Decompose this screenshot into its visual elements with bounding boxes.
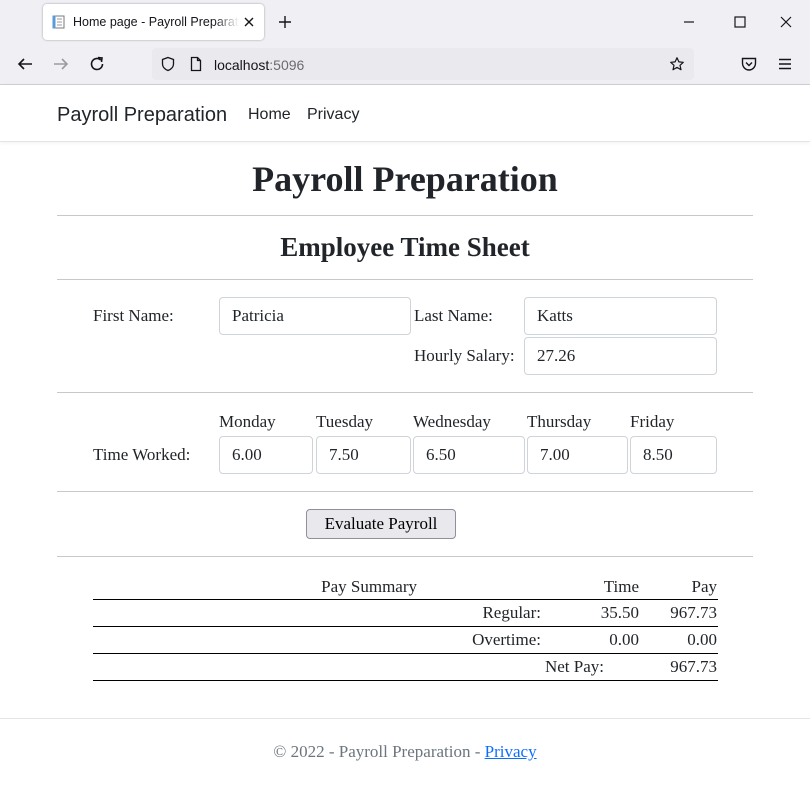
footer-text: © 2022 - Payroll Preparation - Privacy [0, 742, 810, 762]
first-name-input[interactable] [219, 297, 411, 335]
overtime-pay: 0.00 [687, 630, 717, 649]
menu-icon[interactable] [776, 55, 794, 73]
footer-privacy-link[interactable]: Privacy [485, 742, 537, 761]
first-name-label: First Name: [93, 306, 174, 325]
page-info-icon[interactable] [188, 56, 204, 72]
day-label-monday: Monday [219, 412, 276, 431]
page-subtitle: Employee Time Sheet [280, 232, 530, 262]
site-navbar: Payroll Preparation Home Privacy [0, 85, 810, 142]
close-icon[interactable] [242, 15, 256, 29]
regular-time: 35.50 [600, 603, 639, 622]
hourly-salary-input[interactable] [524, 337, 717, 375]
divider [57, 556, 753, 557]
plus-icon[interactable] [277, 14, 293, 30]
divider [57, 491, 753, 492]
monday-hours-input[interactable] [219, 436, 313, 474]
tab-title: Home page - Payroll Preparation [73, 15, 239, 29]
overtime-label: Overtime: [472, 630, 541, 649]
footer: © 2022 - Payroll Preparation - Privacy [0, 718, 810, 797]
tuesday-hours-input[interactable] [316, 436, 411, 474]
summary-time-header: Time [603, 577, 639, 596]
net-pay-label: Net Pay: [544, 657, 604, 676]
page-icon [52, 15, 65, 29]
maximize-icon[interactable] [730, 12, 750, 32]
friday-hours-input[interactable] [630, 436, 717, 474]
day-label-friday: Friday [630, 412, 675, 431]
browser-tab[interactable]: Home page - Payroll Preparation [43, 4, 264, 40]
summary-header-row: Pay Summary Time Pay [93, 574, 718, 600]
url-port: :5096 [269, 57, 305, 73]
thursday-hours-input[interactable] [527, 436, 628, 474]
forward-arrow-icon[interactable] [52, 55, 70, 73]
address-bar[interactable]: localhost:5096 [152, 48, 694, 80]
net-pay-value: 967.73 [670, 657, 717, 676]
pay-summary-table: Pay Summary Time Pay Regular: 35.50 967.… [93, 574, 718, 681]
divider [57, 392, 753, 393]
summary-overtime-row: Overtime: 0.00 0.00 [93, 627, 718, 654]
reload-icon[interactable] [88, 55, 106, 73]
shield-icon[interactable] [160, 56, 176, 72]
regular-pay: 967.73 [670, 603, 717, 622]
minimize-icon[interactable] [679, 12, 699, 32]
evaluate-payroll-button[interactable]: Evaluate Payroll [306, 509, 456, 539]
star-icon[interactable] [669, 56, 685, 72]
page-title: Payroll Preparation [252, 159, 558, 199]
summary-net-row: Net Pay: 967.73 [93, 654, 718, 681]
wednesday-hours-input[interactable] [413, 436, 525, 474]
summary-title: Pay Summary [321, 577, 417, 596]
day-label-wednesday: Wednesday [413, 412, 491, 431]
last-name-input[interactable] [524, 297, 717, 335]
day-label-thursday: Thursday [527, 412, 592, 431]
hourly-salary-label: Hourly Salary: [414, 346, 515, 365]
navbar-brand[interactable]: Payroll Preparation [57, 104, 227, 127]
browser-chrome: Home page - Payroll Preparation localhos… [0, 0, 810, 85]
regular-label: Regular: [482, 603, 541, 622]
overtime-time: 0.00 [609, 630, 639, 649]
nav-link-privacy[interactable]: Privacy [307, 106, 359, 124]
divider [57, 215, 753, 216]
url-text[interactable]: localhost:5096 [214, 57, 304, 73]
footer-copyright: © 2022 - Payroll Preparation - [273, 742, 485, 761]
divider [57, 279, 753, 280]
url-host: localhost [214, 57, 270, 73]
back-arrow-icon[interactable] [16, 55, 34, 73]
day-label-tuesday: Tuesday [316, 412, 373, 431]
summary-pay-header: Pay [691, 577, 718, 596]
summary-regular-row: Regular: 35.50 967.73 [93, 600, 718, 627]
time-worked-label: Time Worked: [93, 445, 191, 464]
nav-link-home[interactable]: Home [248, 106, 291, 124]
pocket-icon[interactable] [740, 55, 758, 73]
close-window-icon[interactable] [776, 12, 796, 32]
last-name-label: Last Name: [414, 306, 493, 325]
